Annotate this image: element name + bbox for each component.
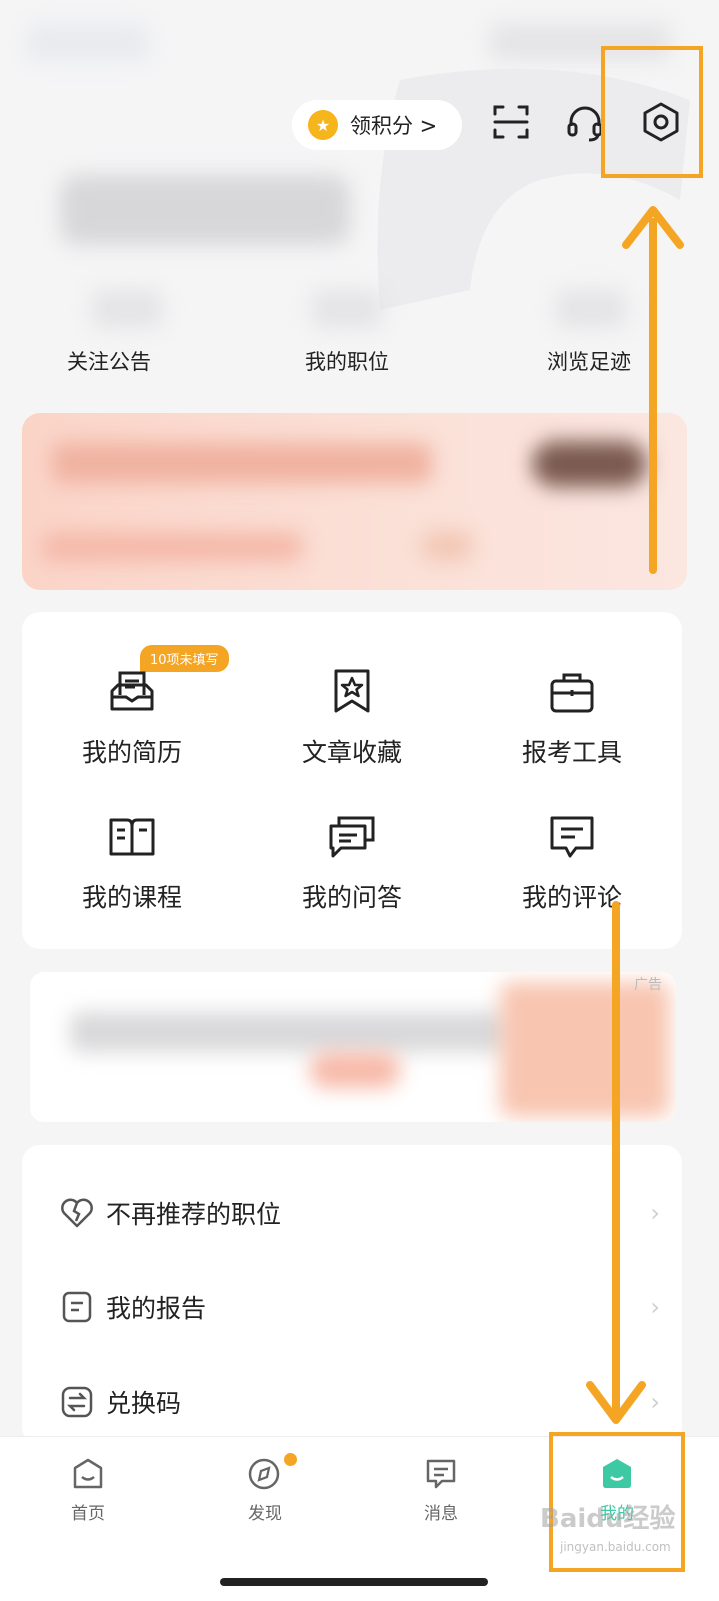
annotation-arrows xyxy=(586,206,684,1424)
watermark-logo: Baidu经验 xyxy=(540,1504,676,1534)
watermark-url: jingyan.baidu.com xyxy=(560,1540,671,1554)
